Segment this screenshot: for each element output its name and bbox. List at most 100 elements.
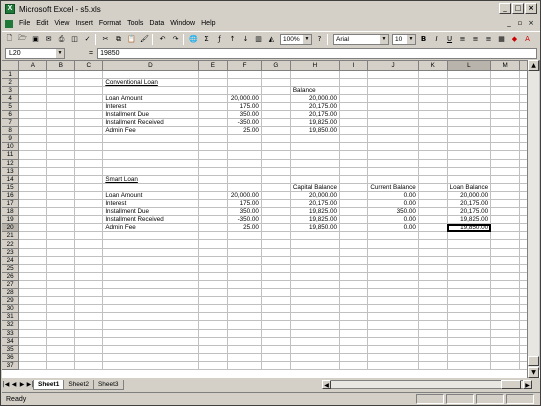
cell-a31[interactable] <box>18 312 48 322</box>
cell-j3[interactable] <box>367 86 419 95</box>
cell-j13[interactable] <box>367 167 419 176</box>
cell-j6[interactable] <box>367 110 419 120</box>
cell-a16[interactable] <box>18 191 48 201</box>
cell-j18[interactable]: 350.00 <box>367 207 419 217</box>
redo-icon[interactable]: ↷ <box>170 34 181 45</box>
row-header-32[interactable]: 32 <box>2 320 20 330</box>
cell-d36[interactable] <box>102 353 199 362</box>
cell-h15[interactable]: Capital Balance <box>290 183 340 192</box>
cell-k2[interactable] <box>418 78 448 87</box>
row-header-30[interactable]: 30 <box>2 304 20 314</box>
cell-h27[interactable] <box>290 280 340 290</box>
cell-j10[interactable] <box>367 142 419 152</box>
cell-m33[interactable] <box>490 329 521 338</box>
cell-l35[interactable] <box>447 345 492 354</box>
row-header-6[interactable]: 6 <box>2 110 20 120</box>
cell-j34[interactable] <box>367 337 419 346</box>
cell-h25[interactable] <box>290 264 340 273</box>
cell-i16[interactable] <box>339 191 369 201</box>
cell-m22[interactable] <box>490 239 521 249</box>
font-color-icon[interactable]: A <box>522 34 533 45</box>
cell-a11[interactable] <box>18 150 48 160</box>
cell-k28[interactable] <box>418 288 448 298</box>
borders-icon[interactable]: ▦ <box>496 34 507 45</box>
row-header-24[interactable]: 24 <box>2 256 20 265</box>
cell-g8[interactable] <box>261 126 291 136</box>
cell-a21[interactable] <box>18 231 48 241</box>
cell-c23[interactable] <box>74 248 104 257</box>
cell-b3[interactable] <box>46 86 76 95</box>
cell-k10[interactable] <box>418 142 448 152</box>
cell-k11[interactable] <box>418 150 448 160</box>
cell-f15[interactable] <box>227 183 262 192</box>
row-header-9[interactable]: 9 <box>2 134 20 144</box>
cell-c5[interactable] <box>74 102 104 111</box>
cell-i29[interactable] <box>339 296 369 306</box>
cell-k33[interactable] <box>418 329 448 338</box>
cell-b20[interactable] <box>46 223 76 233</box>
cell-c14[interactable] <box>74 175 104 184</box>
cell-h12[interactable] <box>290 159 340 168</box>
cell-i10[interactable] <box>339 142 369 152</box>
scroll-left-icon[interactable]: ◀ <box>322 380 331 389</box>
cell-g3[interactable] <box>261 86 291 95</box>
prev-sheet-icon[interactable]: ◀ <box>10 380 18 389</box>
cell-f29[interactable] <box>227 296 262 306</box>
cell-l30[interactable] <box>447 304 492 314</box>
cell-c3[interactable] <box>74 86 104 95</box>
cell-j4[interactable] <box>367 94 419 103</box>
cell-j19[interactable]: 0.00 <box>367 215 419 225</box>
cell-g34[interactable] <box>261 337 291 346</box>
cell-g14[interactable] <box>261 175 291 184</box>
cell-i17[interactable] <box>339 199 369 209</box>
cell-k35[interactable] <box>418 345 448 354</box>
cell-f9[interactable] <box>227 134 262 144</box>
cell-d5[interactable]: Interest <box>102 102 199 111</box>
undo-icon[interactable]: ↶ <box>157 34 168 45</box>
cell-i14[interactable] <box>339 175 369 184</box>
cell-c12[interactable] <box>74 159 104 168</box>
cell-m19[interactable] <box>490 215 521 225</box>
cell-c25[interactable] <box>74 264 104 273</box>
cell-f28[interactable] <box>227 288 262 298</box>
cell-d12[interactable] <box>102 159 199 168</box>
cell-h24[interactable] <box>290 256 340 265</box>
cell-j5[interactable] <box>367 102 419 111</box>
cell-a9[interactable] <box>18 134 48 144</box>
cell-m20[interactable] <box>490 223 521 233</box>
column-header-j[interactable]: J <box>367 61 419 71</box>
cell-i33[interactable] <box>339 329 369 338</box>
cell-e18[interactable] <box>198 207 229 217</box>
cell-d30[interactable] <box>102 304 199 314</box>
cell-h9[interactable] <box>290 134 340 144</box>
cell-i8[interactable] <box>339 126 369 136</box>
cell-l22[interactable] <box>447 239 492 249</box>
cell-l6[interactable] <box>447 110 492 120</box>
cell-i26[interactable] <box>339 272 369 281</box>
cell-l16[interactable]: 20,000.00 <box>447 191 492 201</box>
scroll-right-icon[interactable]: ▶ <box>523 380 532 389</box>
cell-c34[interactable] <box>74 337 104 346</box>
cell-h22[interactable] <box>290 239 340 249</box>
cell-d26[interactable] <box>102 272 199 281</box>
autosum-icon[interactable]: Σ <box>201 34 212 45</box>
row-header-3[interactable]: 3 <box>2 86 20 95</box>
menu-data[interactable]: Data <box>149 20 164 27</box>
hyperlink-icon[interactable]: 🌐 <box>188 34 199 45</box>
cell-d16[interactable]: Loan Amount <box>102 191 199 201</box>
cell-e32[interactable] <box>198 320 229 330</box>
scroll-thumb[interactable] <box>528 356 539 366</box>
cell-l26[interactable] <box>447 272 492 281</box>
cell-e13[interactable] <box>198 167 229 176</box>
cell-d13[interactable] <box>102 167 199 176</box>
row-header-21[interactable]: 21 <box>2 231 20 241</box>
sort-asc-icon[interactable]: ↑ <box>227 34 238 45</box>
cell-a37[interactable] <box>18 361 48 370</box>
cell-g32[interactable] <box>261 320 291 330</box>
cell-b25[interactable] <box>46 264 76 273</box>
cell-a4[interactable] <box>18 94 48 103</box>
column-header-f[interactable]: F <box>227 61 262 71</box>
cell-a28[interactable] <box>18 288 48 298</box>
cell-l23[interactable] <box>447 248 492 257</box>
cell-d2[interactable]: Conventional Loan <box>102 78 199 87</box>
